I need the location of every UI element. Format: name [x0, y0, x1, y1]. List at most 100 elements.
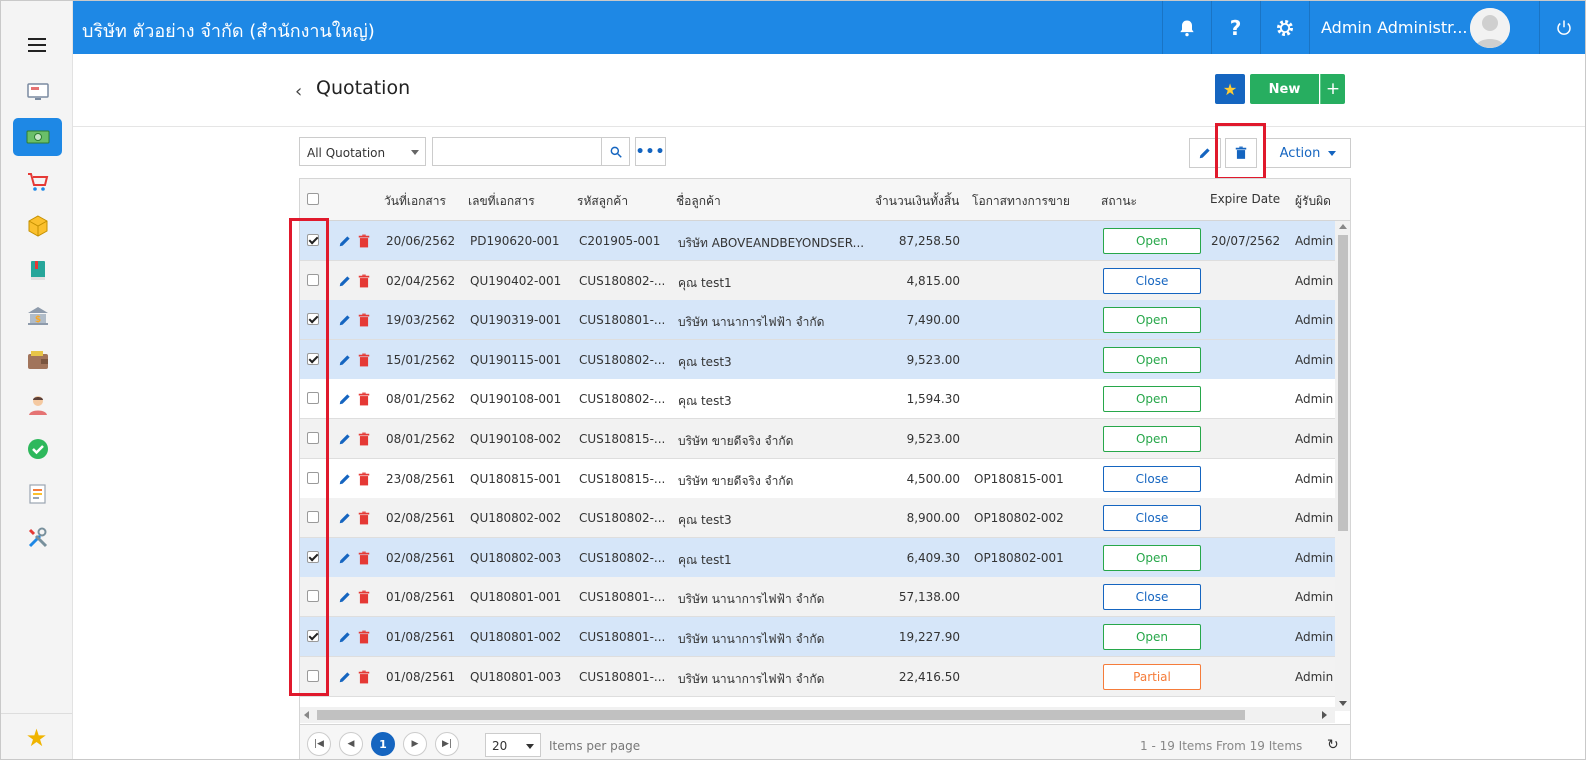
status-badge[interactable]: Open — [1103, 228, 1201, 254]
next-page-icon[interactable]: ▶ — [403, 732, 427, 756]
box-icon[interactable] — [13, 207, 62, 245]
table-row[interactable]: 02/08/2561 QU180802-002 CUS180802-... คุณ t… — [300, 498, 1335, 539]
delete-trash-icon[interactable] — [358, 551, 370, 565]
user-menu[interactable]: Admin Administr... — [1309, 1, 1539, 54]
edit-pencil-icon[interactable] — [338, 392, 352, 406]
col-customer-code[interactable]: รหัสลูกค้า — [577, 192, 628, 211]
prev-page-icon[interactable]: ◀ — [339, 732, 363, 756]
table-row[interactable]: 15/01/2562 QU190115-001 CUS180802-... คุณ t… — [300, 339, 1335, 380]
col-opportunity[interactable]: โอกาสทางการขาย — [972, 192, 1070, 211]
last-page-icon[interactable]: ▶| — [435, 732, 459, 756]
status-badge[interactable]: Open — [1103, 426, 1201, 452]
delete-trash-icon[interactable] — [358, 670, 370, 684]
col-expire-date[interactable]: Expire Date — [1210, 192, 1280, 206]
cash-icon[interactable] — [13, 118, 62, 156]
edit-pencil-icon[interactable] — [338, 551, 352, 565]
refresh-icon[interactable]: ↻ — [1327, 737, 1339, 753]
edit-pencil-icon[interactable] — [338, 313, 352, 327]
display-icon[interactable] — [13, 73, 62, 111]
col-customer-name[interactable]: ชื่อลูกค้า — [676, 192, 721, 211]
table-row[interactable]: 08/01/2562 QU190108-002 CUS180815-... บริษั… — [300, 419, 1335, 459]
people-icon[interactable] — [13, 386, 62, 424]
new-button[interactable]: New — [1250, 74, 1319, 104]
back-chevron-icon[interactable]: ‹ — [295, 81, 302, 102]
power-icon[interactable] — [1539, 1, 1585, 54]
delete-trash-icon[interactable] — [358, 432, 370, 446]
edit-pencil-icon[interactable] — [338, 511, 352, 525]
table-row[interactable]: 02/08/2561 QU180802-003 CUS180802-... คุณ t… — [300, 537, 1335, 578]
avatar[interactable] — [1470, 8, 1510, 48]
scroll-up-icon[interactable] — [1339, 224, 1347, 229]
status-badge[interactable]: Open — [1103, 346, 1201, 373]
bell-icon[interactable] — [1162, 1, 1210, 54]
status-badge[interactable]: Close — [1103, 584, 1201, 611]
help-icon[interactable]: ? — [1211, 1, 1259, 54]
delete-trash-icon[interactable] — [358, 511, 370, 525]
star-icon[interactable]: ★ — [1, 713, 72, 759]
book-icon[interactable] — [13, 252, 62, 290]
status-badge[interactable]: Partial — [1103, 663, 1201, 690]
table-row[interactable]: 01/08/2561 QU180801-003 CUS180801-... บริษั… — [300, 656, 1335, 697]
bank-icon[interactable]: $ — [13, 297, 62, 335]
edit-pencil-icon[interactable] — [338, 472, 352, 486]
favorite-star-button[interactable]: ★ — [1215, 74, 1245, 104]
vertical-scroll-thumb[interactable] — [1338, 235, 1348, 531]
cart-icon[interactable] — [13, 163, 62, 201]
document-icon[interactable] — [13, 475, 62, 513]
table-row[interactable]: 08/01/2562 QU190108-001 CUS180802-... คุณ t… — [300, 379, 1335, 420]
action-dropdown[interactable]: Action — [1265, 138, 1351, 168]
edit-pencil-icon[interactable] — [338, 670, 352, 684]
table-row[interactable]: 23/08/2561 QU180815-001 CUS180815-... บริษั… — [300, 458, 1335, 499]
status-badge[interactable]: Open — [1103, 307, 1201, 334]
edit-pencil-icon[interactable] — [338, 630, 352, 644]
status-badge[interactable]: Close — [1103, 505, 1201, 532]
status-badge[interactable]: Close — [1103, 267, 1201, 294]
horizontal-scrollbar[interactable] — [300, 707, 1335, 723]
search-button[interactable] — [601, 137, 630, 166]
scroll-left-icon[interactable] — [304, 711, 309, 719]
wallet-icon[interactable] — [13, 341, 62, 379]
edit-pencil-icon[interactable] — [338, 353, 352, 367]
table-row[interactable]: 01/08/2561 QU180801-002 CUS180801-... บริษั… — [300, 617, 1335, 657]
hamburger-menu-icon[interactable] — [28, 38, 46, 52]
scroll-right-icon[interactable] — [1322, 711, 1327, 719]
check-icon[interactable] — [13, 430, 62, 468]
vertical-scrollbar[interactable] — [1335, 221, 1350, 711]
delete-trash-icon[interactable] — [358, 274, 370, 288]
status-badge[interactable]: Open — [1103, 386, 1201, 413]
col-doc-no[interactable]: เลขที่เอกสาร — [468, 192, 535, 211]
edit-pencil-icon[interactable] — [338, 590, 352, 604]
current-page[interactable]: 1 — [371, 732, 395, 756]
status-badge[interactable]: Open — [1103, 624, 1201, 650]
delete-trash-icon[interactable] — [358, 313, 370, 327]
scroll-down-icon[interactable] — [1339, 701, 1347, 706]
edit-pencil-icon[interactable] — [338, 274, 352, 288]
delete-trash-icon[interactable] — [358, 590, 370, 604]
delete-trash-icon[interactable] — [358, 630, 370, 644]
delete-trash-icon[interactable] — [358, 234, 370, 248]
tools-icon[interactable] — [13, 519, 62, 557]
first-page-icon[interactable]: |◀ — [307, 732, 331, 756]
page-size-select[interactable]: 20 — [485, 733, 541, 757]
table-row[interactable]: 20/06/2562 PD190620-001 C201905-001 บริษัท … — [300, 221, 1335, 261]
col-status[interactable]: สถานะ — [1101, 192, 1137, 211]
more-options-button[interactable]: ••• — [635, 137, 666, 166]
delete-trash-icon[interactable] — [358, 472, 370, 486]
table-row[interactable]: 19/03/2562 QU190319-001 CUS180801-... บริษั… — [300, 300, 1335, 341]
filter-select[interactable]: All Quotation — [299, 137, 426, 166]
select-all-checkbox[interactable] — [307, 193, 319, 205]
edit-pencil-icon[interactable] — [338, 432, 352, 446]
horizontal-scroll-thumb[interactable] — [317, 710, 1245, 720]
delete-trash-icon[interactable] — [358, 353, 370, 367]
col-total[interactable]: จำนวนเงินทั้งสิ้น — [875, 192, 959, 211]
table-row[interactable]: 01/08/2561 QU180801-001 CUS180801-... บริษั… — [300, 577, 1335, 618]
col-date[interactable]: วันที่เอกสาร — [384, 192, 446, 211]
new-dropdown-button[interactable]: + — [1320, 74, 1345, 104]
search-input[interactable] — [432, 137, 602, 166]
edit-pencil-icon[interactable] — [338, 234, 352, 248]
delete-trash-icon[interactable] — [358, 392, 370, 406]
col-owner[interactable]: ผู้รับผิด — [1295, 192, 1331, 211]
table-row[interactable]: 02/04/2562 QU190402-001 CUS180802-... คุณ t… — [300, 260, 1335, 301]
status-badge[interactable]: Open — [1103, 544, 1201, 571]
status-badge[interactable]: Close — [1103, 465, 1201, 492]
